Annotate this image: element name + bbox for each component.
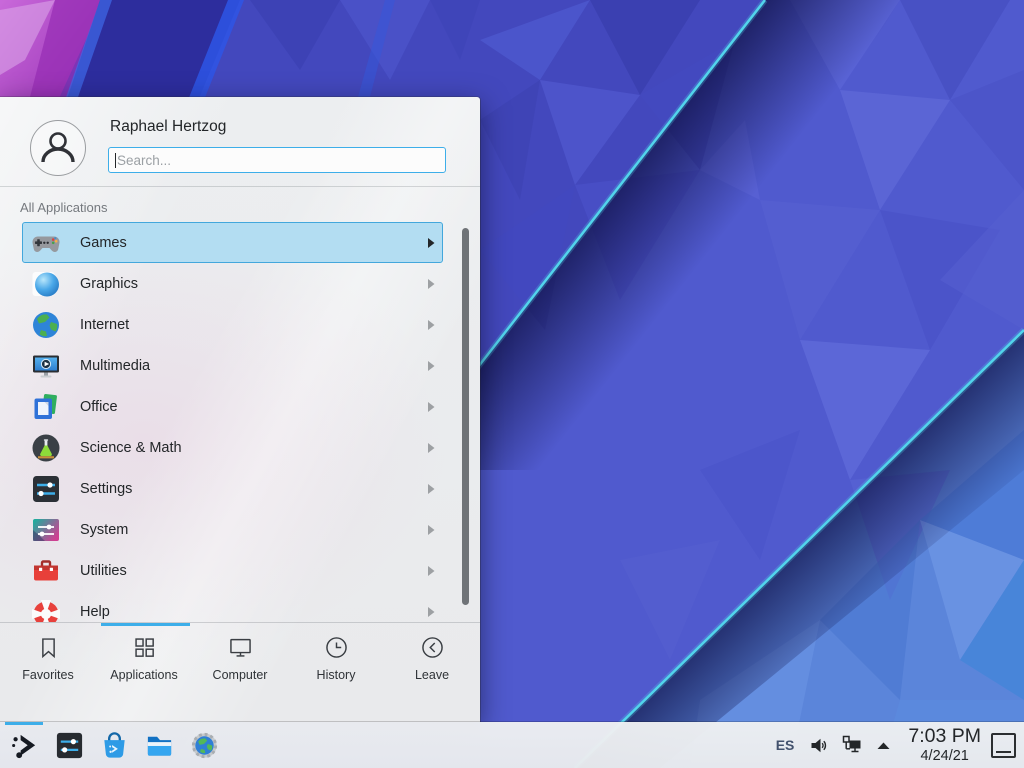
user-avatar[interactable] <box>30 120 86 176</box>
submenu-arrow-icon <box>427 402 435 412</box>
office-icon <box>30 391 62 423</box>
application-launcher-button[interactable] <box>8 722 40 768</box>
tab-label: Favorites <box>22 668 73 682</box>
category-utilities[interactable]: Utilities <box>22 550 443 591</box>
discover-icon <box>99 730 130 761</box>
clock-time: 7:03 PM <box>908 727 981 747</box>
keyboard-layout-indicator[interactable]: ES <box>776 737 795 753</box>
search-input[interactable]: Search... <box>108 147 446 173</box>
tab-leave[interactable]: Leave <box>384 634 480 682</box>
system-icon <box>30 514 62 546</box>
submenu-arrow-icon <box>427 525 435 535</box>
network-icon[interactable] <box>841 734 863 756</box>
category-list: Games Graphics <box>0 222 480 622</box>
category-science-math[interactable]: Science & Math <box>22 427 443 468</box>
footer-divider <box>0 622 480 623</box>
digital-clock[interactable]: 7:03 PM 4/24/21 <box>908 727 981 763</box>
launcher-footer: Favorites Applications Computer <box>0 622 480 722</box>
category-label: Office <box>80 399 118 415</box>
clock-date: 4/24/21 <box>920 749 968 764</box>
category-label: Help <box>80 604 110 620</box>
system-tray: ES <box>776 722 1018 768</box>
application-launcher-icon <box>9 730 40 761</box>
category-label: Graphics <box>80 276 138 292</box>
section-label: All Applications <box>20 200 107 215</box>
category-label: Internet <box>80 317 129 333</box>
favorites-icon <box>35 634 62 661</box>
submenu-arrow-icon <box>427 238 435 248</box>
category-multimedia[interactable]: Multimedia <box>22 345 443 386</box>
category-graphics[interactable]: Graphics <box>22 263 443 304</box>
taskbar-panel: ES <box>0 722 1024 768</box>
computer-icon <box>227 634 254 661</box>
konqueror-browser-launcher[interactable] <box>188 722 220 768</box>
tab-computer[interactable]: Computer <box>192 634 288 682</box>
tab-label: Applications <box>110 668 177 682</box>
dolphin-icon <box>144 730 175 761</box>
tab-label: Leave <box>415 668 449 682</box>
category-internet[interactable]: Internet <box>22 304 443 345</box>
submenu-arrow-icon <box>427 361 435 371</box>
active-tab-indicator <box>101 623 190 626</box>
graphics-icon <box>30 268 62 300</box>
header-divider <box>0 186 480 187</box>
category-settings[interactable]: Settings <box>22 468 443 509</box>
help-icon <box>30 596 62 623</box>
submenu-arrow-icon <box>427 566 435 576</box>
category-office[interactable]: Office <box>22 386 443 427</box>
tab-history[interactable]: History <box>288 634 384 682</box>
category-label: System <box>80 522 128 538</box>
submenu-arrow-icon <box>427 607 435 617</box>
application-launcher-menu: Raphael Hertzog Search... All Applicatio… <box>0 97 480 722</box>
category-games[interactable]: Games <box>22 222 443 263</box>
submenu-arrow-icon <box>427 320 435 330</box>
expand-tray-icon[interactable] <box>876 741 891 750</box>
launcher-header: Raphael Hertzog Search... <box>0 97 480 186</box>
dolphin-file-manager-launcher[interactable] <box>143 722 175 768</box>
search-placeholder: Search... <box>117 153 171 168</box>
internet-icon <box>30 309 62 341</box>
science-math-icon <box>30 432 62 464</box>
user-name: Raphael Hertzog <box>110 118 226 136</box>
system-settings-launcher[interactable] <box>53 722 85 768</box>
show-desktop-button[interactable] <box>991 733 1016 758</box>
footer-tab-bar: Favorites Applications Computer <box>0 634 480 682</box>
submenu-arrow-icon <box>427 484 435 494</box>
volume-icon[interactable] <box>809 736 828 755</box>
tab-favorites[interactable]: Favorites <box>0 634 96 682</box>
category-label: Games <box>80 235 127 251</box>
tab-label: History <box>317 668 356 682</box>
games-icon <box>30 227 62 259</box>
category-help[interactable]: Help <box>22 591 443 622</box>
applications-icon <box>131 634 158 661</box>
leave-icon <box>419 634 446 661</box>
settings-icon <box>30 473 62 505</box>
tab-applications[interactable]: Applications <box>96 634 192 682</box>
discover-launcher[interactable] <box>98 722 130 768</box>
history-icon <box>323 634 350 661</box>
konqueror-icon <box>189 730 220 761</box>
utilities-icon <box>30 555 62 587</box>
taskbar-launchers <box>8 722 220 768</box>
tab-label: Computer <box>213 668 268 682</box>
category-label: Science & Math <box>80 440 182 456</box>
submenu-arrow-icon <box>427 279 435 289</box>
text-caret <box>115 153 116 168</box>
system-settings-icon <box>54 730 85 761</box>
kde-plasma-desktop: Raphael Hertzog Search... All Applicatio… <box>0 0 1024 768</box>
category-system[interactable]: System <box>22 509 443 550</box>
list-scrollbar[interactable] <box>462 228 469 605</box>
category-label: Multimedia <box>80 358 150 374</box>
category-label: Settings <box>80 481 132 497</box>
category-label: Utilities <box>80 563 127 579</box>
multimedia-icon <box>30 350 62 382</box>
submenu-arrow-icon <box>427 443 435 453</box>
